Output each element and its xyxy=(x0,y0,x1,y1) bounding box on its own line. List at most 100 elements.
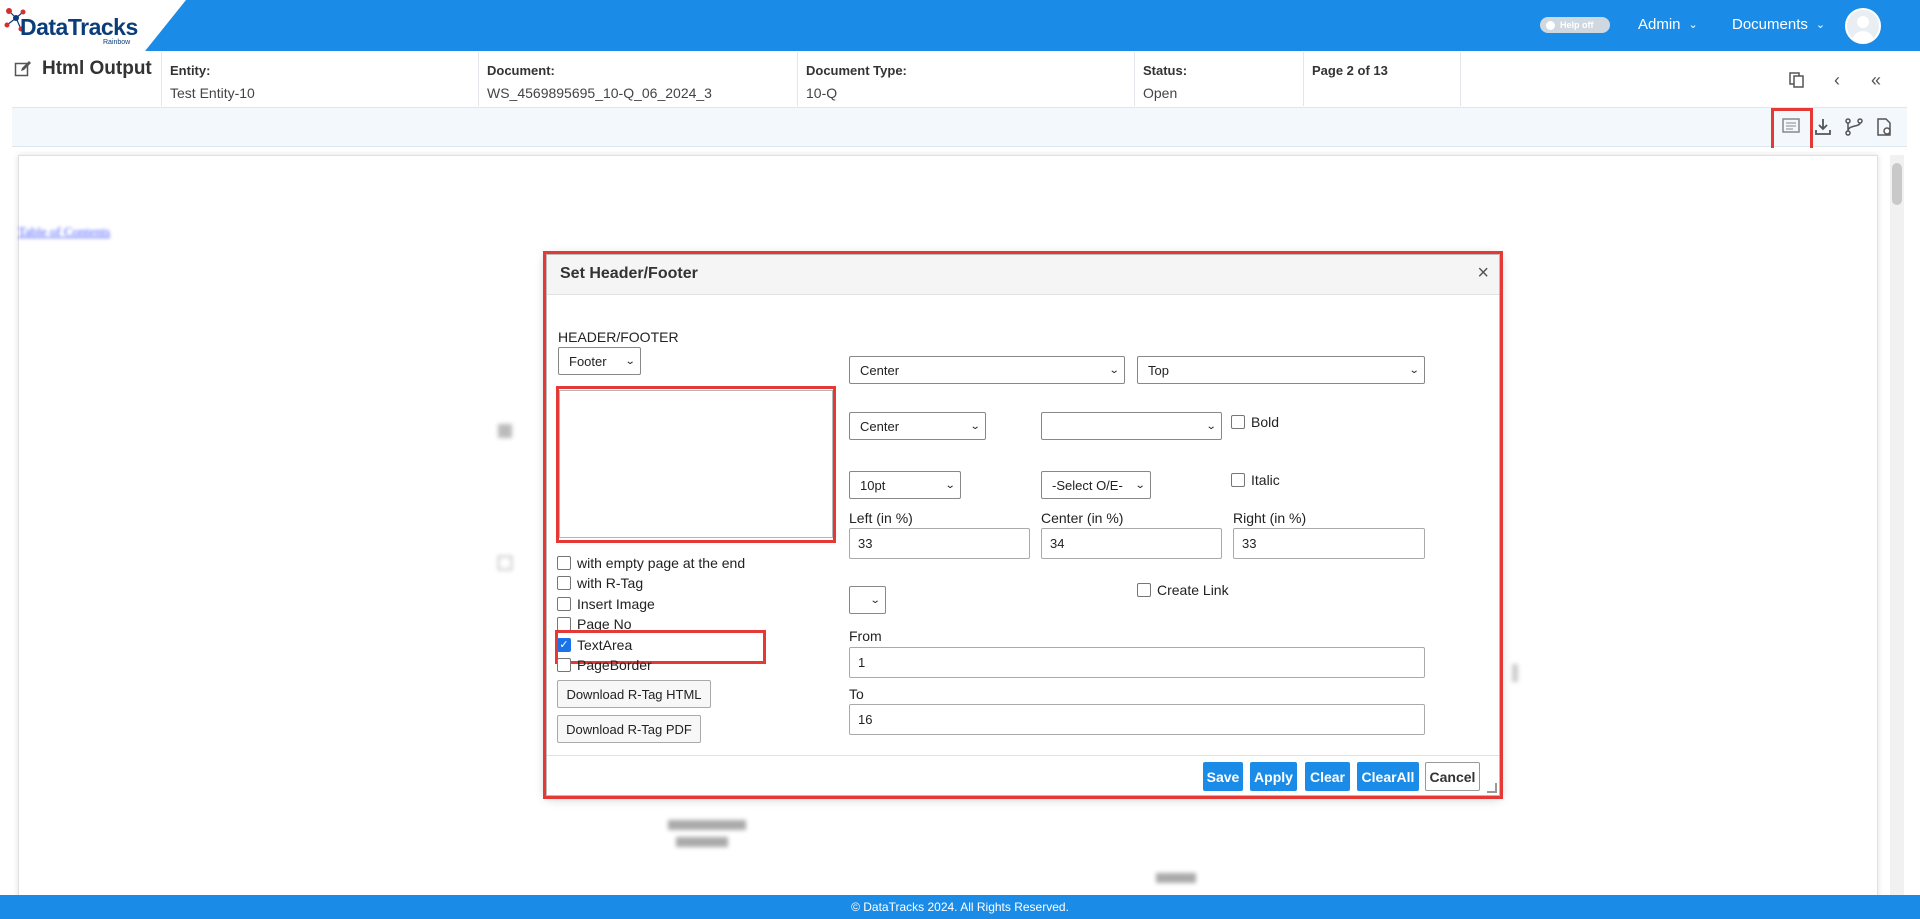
input-value: 1 xyxy=(858,655,866,670)
close-icon[interactable]: × xyxy=(1477,262,1489,285)
to-label: To xyxy=(849,686,864,702)
right-percent-label: Right (in %) xyxy=(1233,510,1307,526)
chevron-down-icon: ⌄ xyxy=(944,479,956,491)
copy-icon[interactable] xyxy=(1787,70,1807,90)
page-count-label: Page 2 of 13 xyxy=(1312,63,1388,78)
help-toggle[interactable]: Help off xyxy=(1540,17,1610,33)
empty-page-checkbox[interactable]: with empty page at the end xyxy=(557,555,745,571)
text-align-select[interactable]: Center ⌄ xyxy=(849,412,986,440)
create-link-checkbox[interactable]: Create Link xyxy=(1137,582,1229,598)
bold-label: Bold xyxy=(1251,414,1280,430)
checkbox-box[interactable] xyxy=(557,617,571,631)
to-input[interactable]: 16 xyxy=(849,704,1425,735)
doctype-label: Document Type: xyxy=(806,63,907,78)
download-icon[interactable] xyxy=(1810,114,1836,140)
blurred-checkbox xyxy=(498,556,512,570)
page-title-text: Html Output xyxy=(42,58,152,79)
checkbox-box[interactable] xyxy=(557,597,571,611)
blurred-text xyxy=(668,820,746,830)
checkbox-box[interactable] xyxy=(1137,583,1151,597)
italic-checkbox[interactable]: Italic xyxy=(1231,472,1280,488)
apply-button[interactable]: Apply xyxy=(1250,762,1297,791)
right-percent-input[interactable]: 33 xyxy=(1233,528,1425,559)
checkbox-box[interactable] xyxy=(1231,415,1245,429)
select-value: 10pt xyxy=(860,477,886,493)
chevron-down-icon: ⌄ xyxy=(969,420,981,432)
checkbox-box[interactable] xyxy=(557,576,571,590)
dialog-title: Set Header/Footer xyxy=(560,265,698,282)
input-value: 33 xyxy=(1242,536,1257,551)
input-value: 33 xyxy=(858,536,873,551)
copyright-text: © DataTracks 2024. All Rights Reserved. xyxy=(851,900,1069,914)
position-select[interactable]: Top ⌄ xyxy=(1137,356,1425,384)
file-settings-icon[interactable] xyxy=(1871,114,1897,140)
document-field: Document: WS_4569895695_10-Q_06_2024_3 xyxy=(478,52,796,106)
blurred-checkbox xyxy=(498,424,512,438)
bold-checkbox[interactable]: Bold xyxy=(1231,414,1279,430)
page-indicator: Page 2 of 13 xyxy=(1303,52,1461,106)
help-toggle-label: Help off xyxy=(1560,20,1594,30)
checkbox-box[interactable] xyxy=(1231,473,1245,487)
checkbox-label: with empty page at the end xyxy=(577,555,746,571)
checkbox-box[interactable] xyxy=(557,556,571,570)
checkbox-box[interactable] xyxy=(557,658,571,672)
select-value: Center xyxy=(860,362,900,378)
center-percent-input[interactable]: 34 xyxy=(1041,528,1222,559)
font-select[interactable]: ⌄ xyxy=(1041,412,1222,440)
avatar[interactable] xyxy=(1845,8,1881,44)
page-border-checkbox[interactable]: PageBorder xyxy=(557,657,652,673)
chevron-down-icon: ⌄ xyxy=(869,594,881,606)
select-value: Top xyxy=(1148,362,1169,378)
toggle-knob xyxy=(1546,20,1555,30)
documents-menu[interactable]: Documents ⌄ xyxy=(1732,16,1825,33)
checkbox-label: PageBorder xyxy=(577,657,652,673)
admin-menu[interactable]: Admin ⌄ xyxy=(1638,16,1698,33)
odd-even-select[interactable]: -Select O/E- ⌄ xyxy=(1041,471,1151,499)
entity-field: Entity: Test Entity-10 xyxy=(161,52,471,106)
top-navbar: DataTracks Rainbow Help off Admin ⌄ Docu… xyxy=(0,0,1920,51)
from-label: From xyxy=(849,628,882,644)
small-select[interactable]: ⌄ xyxy=(849,586,886,614)
header-footer-dialog: Set Header/Footer × HEADER/FOOTER Footer… xyxy=(546,254,1500,796)
chevron-down-icon: ⌄ xyxy=(1108,364,1120,376)
page-title: Html Output xyxy=(14,58,152,80)
r-tag-checkbox[interactable]: with R-Tag xyxy=(557,575,643,591)
admin-menu-label: Admin xyxy=(1638,16,1681,33)
save-button[interactable]: Save xyxy=(1203,762,1243,791)
scrollbar-thumb[interactable] xyxy=(1892,163,1902,205)
clear-button[interactable]: Clear xyxy=(1305,762,1350,791)
merge-icon[interactable] xyxy=(1841,114,1867,140)
left-percent-label: Left (in %) xyxy=(849,510,913,526)
header-footer-type-select[interactable]: Footer ⌄ xyxy=(558,347,641,375)
checkbox-label: Insert Image xyxy=(577,596,655,612)
header-footer-icon-highlight xyxy=(1771,108,1813,151)
center-percent-label: Center (in %) xyxy=(1041,510,1124,526)
blurred-mark xyxy=(1512,664,1518,682)
clear-all-button[interactable]: ClearAll xyxy=(1357,762,1419,791)
select-value: -Select O/E- xyxy=(1052,477,1123,493)
logo[interactable]: DataTracks Rainbow xyxy=(0,0,186,51)
left-percent-input[interactable]: 33 xyxy=(849,528,1030,559)
download-rtag-pdf-button[interactable]: Download R-Tag PDF xyxy=(557,715,701,743)
table-of-contents-link[interactable]: Table of Contents xyxy=(18,224,110,240)
logo-text: DataTracks xyxy=(20,14,138,40)
dialog-header: Set Header/Footer × xyxy=(547,255,1499,295)
entity-label: Entity: xyxy=(170,63,211,78)
status-field: Status: Open xyxy=(1134,52,1292,106)
status-label: Status: xyxy=(1143,63,1188,78)
from-input[interactable]: 1 xyxy=(849,647,1425,678)
textarea-highlight xyxy=(556,386,836,543)
download-rtag-html-button[interactable]: Download R-Tag HTML xyxy=(557,680,711,708)
blurred-text xyxy=(1156,873,1196,883)
insert-image-checkbox[interactable]: Insert Image xyxy=(557,596,655,612)
input-value: 16 xyxy=(858,712,873,727)
double-chevron-left-icon[interactable]: « xyxy=(1866,70,1886,90)
italic-label: Italic xyxy=(1251,472,1280,488)
cancel-button[interactable]: Cancel xyxy=(1425,762,1480,791)
vertical-scrollbar[interactable] xyxy=(1890,155,1904,895)
resize-handle[interactable] xyxy=(1487,783,1497,793)
chevron-left-icon[interactable]: ‹ xyxy=(1827,70,1847,90)
font-size-select[interactable]: 10pt ⌄ xyxy=(849,471,961,499)
alignment-select[interactable]: Center ⌄ xyxy=(849,356,1125,384)
chevron-down-icon: ⌄ xyxy=(1408,364,1420,376)
